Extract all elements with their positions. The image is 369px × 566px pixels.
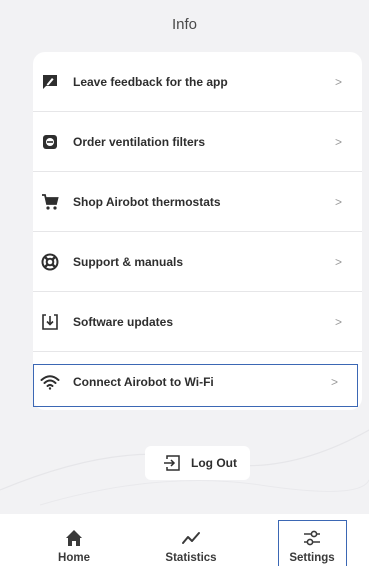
menu-item-label: Leave feedback for the app [73,75,228,89]
chevron-right-icon: > [334,135,342,149]
tab-label: Home [58,552,90,564]
chevron-right-icon: > [334,315,342,329]
chevron-right-icon: > [334,195,342,209]
feedback-icon [39,71,61,93]
menu-item-label: Order ventilation filters [73,135,206,149]
menu-item-order-filters[interactable]: Order ventilation filters > [33,112,362,172]
menu-item-support-manuals[interactable]: Support & manuals > [33,232,362,292]
divider [33,351,362,352]
settings-sliders-icon [302,528,322,548]
menu-item-software-updates[interactable]: Software updates > [33,292,362,352]
download-icon [39,311,61,333]
bottom-tab-bar: Home Statistics Settings [0,514,369,566]
info-menu-card: Leave feedback for the app > Order venti… [33,52,362,410]
home-icon [64,528,84,548]
statistics-icon [181,528,201,548]
chevron-right-icon: > [330,375,338,389]
menu-item-label: Connect Airobot to Wi-Fi [73,375,214,389]
logout-icon [163,454,181,472]
tab-settings[interactable]: Settings [278,514,346,566]
menu-item-leave-feedback[interactable]: Leave feedback for the app > [33,52,362,112]
tab-home[interactable]: Home [44,514,104,566]
menu-item-label: Support & manuals [73,255,184,269]
menu-item-connect-wifi[interactable]: Connect Airobot to Wi-Fi > [33,356,362,408]
tab-label: Statistics [165,552,217,564]
menu-item-label: Software updates [73,315,174,329]
wifi-icon [39,371,61,393]
chevron-right-icon: > [334,75,342,89]
filter-icon [39,131,61,153]
logout-label: Log Out [191,456,237,470]
tab-label: Settings [289,552,335,564]
menu-item-shop-thermostats[interactable]: Shop Airobot thermostats > [33,172,362,232]
cart-icon [39,191,61,213]
menu-item-label: Shop Airobot thermostats [73,195,221,209]
page-title: Info [171,16,198,33]
chevron-right-icon: > [334,255,342,269]
tab-statistics[interactable]: Statistics [153,514,229,566]
info-screen: Info Leave feedback for the app > Order … [0,0,369,566]
lifebuoy-icon [39,251,61,273]
logout-button[interactable]: Log Out [145,446,250,480]
